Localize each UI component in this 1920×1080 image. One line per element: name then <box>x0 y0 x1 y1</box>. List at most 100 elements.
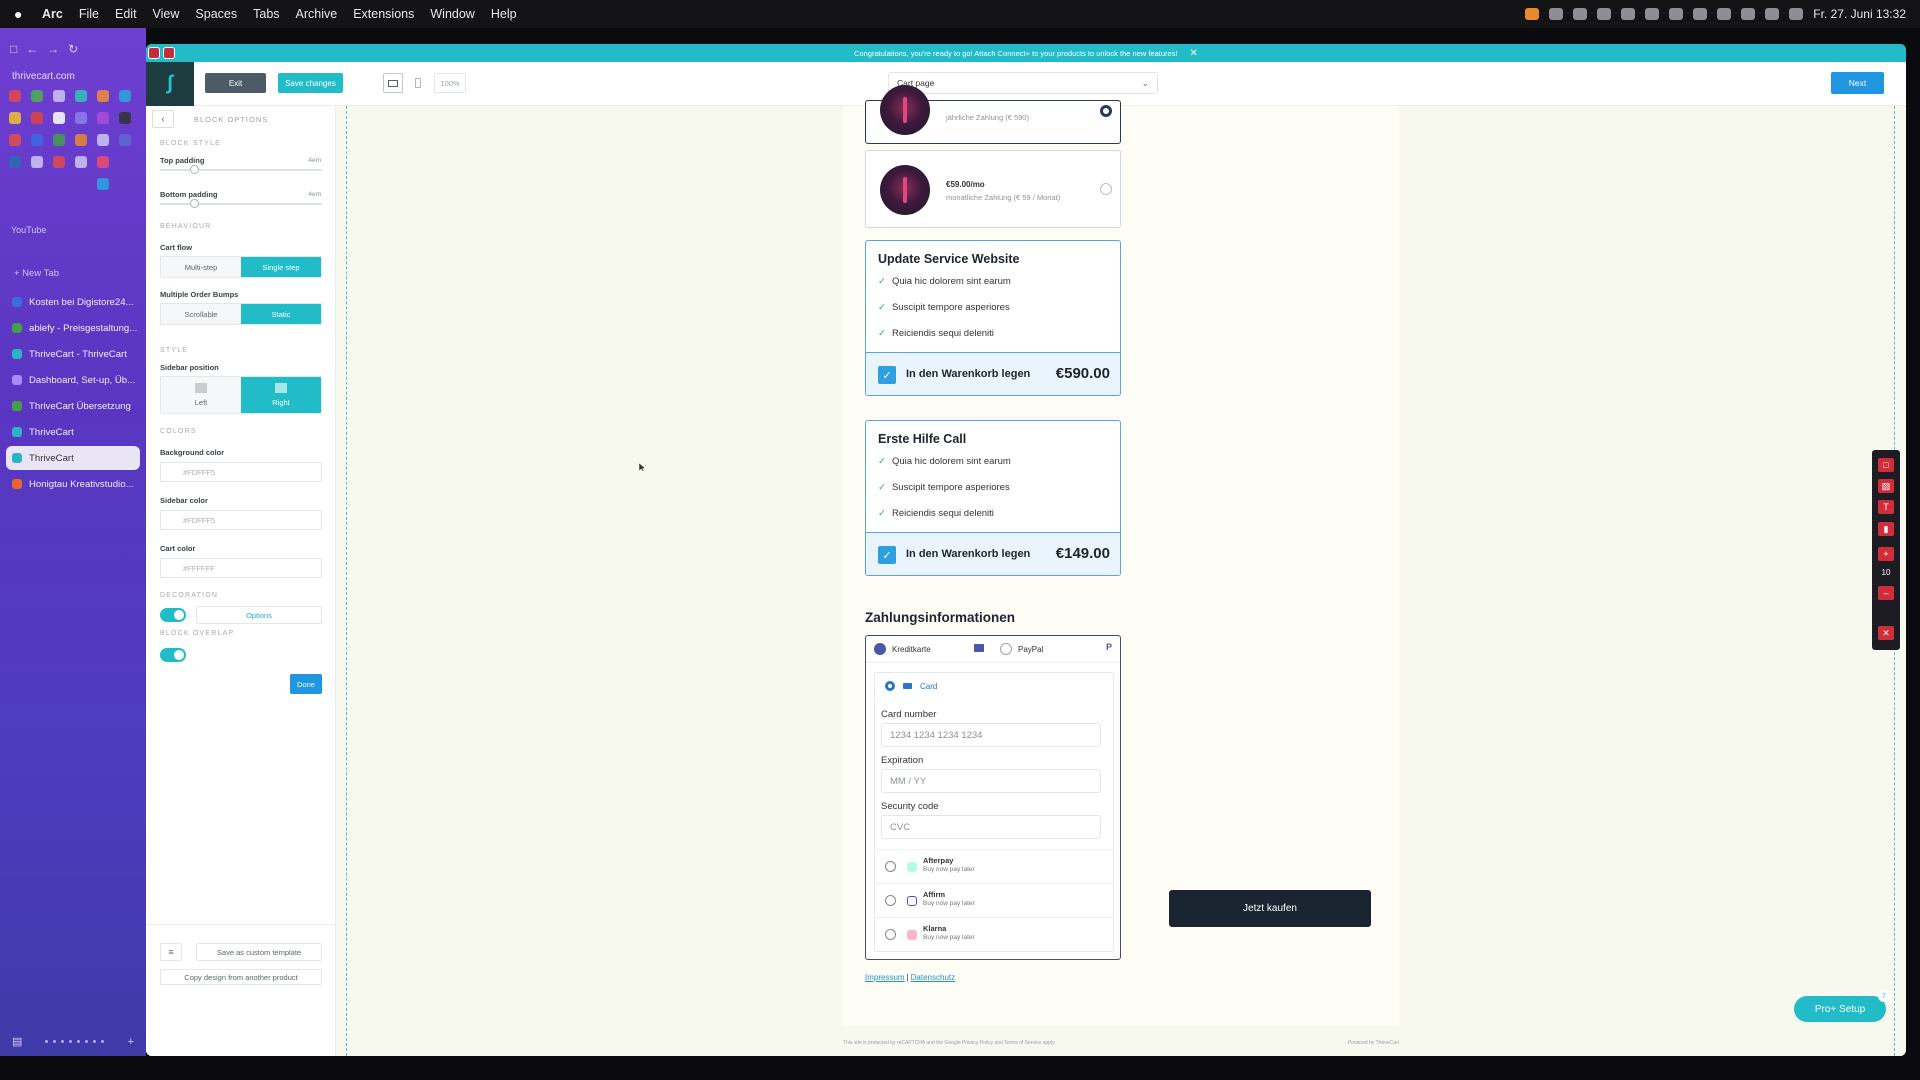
plan-radio[interactable] <box>1100 105 1112 117</box>
menu-window[interactable]: Window <box>430 7 474 21</box>
status-icon[interactable] <box>1597 8 1612 20</box>
plan-option-monthly[interactable]: €59.00/mo monatliche Zahlung (€ 59 / Mon… <box>865 150 1121 228</box>
back-icon[interactable]: ← <box>26 42 38 56</box>
close-icon[interactable]: ✕ <box>1878 626 1894 640</box>
tab-item[interactable]: Dashboard, Set-up, Üb... <box>6 368 140 392</box>
multi-step-option[interactable]: Multi-step <box>161 257 241 277</box>
pro-setup-button[interactable]: Pro+ Setup 7 <box>1794 990 1890 1022</box>
done-button[interactable]: Done <box>290 674 322 694</box>
wifi-icon[interactable] <box>1741 8 1756 20</box>
plan-option-yearly[interactable]: jährliche Zahlung (€ 590) <box>865 85 1121 144</box>
tab-item[interactable]: ThriveCart - ThriveCart <box>6 342 140 366</box>
tab-item[interactable]: ablefy - Preisgestaltung... <box>6 316 140 340</box>
favorite-icon[interactable] <box>31 134 43 146</box>
bump-add-to-cart[interactable]: ✓ In den Warenkorb legen €590.00 <box>866 352 1120 395</box>
cart-color-input[interactable]: #FFFFFF <box>160 558 322 578</box>
text-icon[interactable]: T <box>1878 500 1894 514</box>
single-step-option[interactable]: Single step <box>241 257 321 277</box>
impressum-link[interactable]: Impressum <box>865 973 905 982</box>
decoration-toggle[interactable] <box>160 608 186 622</box>
status-icon[interactable] <box>1549 8 1564 20</box>
pay-tab-paypal[interactable]: PayPal <box>1000 636 1043 662</box>
menu-extensions[interactable]: Extensions <box>353 7 414 21</box>
new-tab-button[interactable]: + New Tab <box>14 268 59 279</box>
bnpl-option-klarna[interactable]: Klarna Buy now pay later <box>875 917 1113 951</box>
tab-item-active[interactable]: ThriveCart <box>6 446 140 470</box>
menu-spaces[interactable]: Spaces <box>195 7 237 21</box>
mobile-view-button[interactable] <box>408 73 428 93</box>
minus-icon[interactable]: – <box>1878 586 1894 600</box>
background-color-input[interactable]: #FDFFF5 <box>160 462 322 482</box>
save-changes-button[interactable]: Save changes <box>278 73 343 93</box>
menu-tabs[interactable]: Tabs <box>253 7 279 21</box>
menu-icon[interactable]: ≡ <box>160 943 182 961</box>
block-overlap-toggle[interactable] <box>160 648 186 662</box>
sidebar-toggle-icon[interactable]: □ <box>10 42 17 56</box>
menu-archive[interactable]: Archive <box>296 7 338 21</box>
buy-now-button[interactable]: Jetzt kaufen <box>1169 890 1371 927</box>
sidebar-right-option[interactable]: Right <box>241 377 321 413</box>
close-icon[interactable]: ✕ <box>1190 48 1198 59</box>
favorite-icon[interactable] <box>31 112 43 124</box>
plan-radio[interactable] <box>1100 183 1112 195</box>
scrollable-option[interactable]: Scrollable <box>161 304 241 324</box>
favorite-icon[interactable] <box>119 90 131 102</box>
next-button[interactable]: Next <box>1831 72 1884 94</box>
apple-icon[interactable]: ● <box>14 6 30 22</box>
archive-icon[interactable]: ▤ <box>12 1035 22 1048</box>
zoom-level[interactable]: 100% <box>434 73 466 93</box>
menu-edit[interactable]: Edit <box>115 7 137 21</box>
favorite-icon[interactable] <box>53 90 65 102</box>
favorite-icon[interactable] <box>119 112 131 124</box>
favorite-icon[interactable] <box>9 90 21 102</box>
space-switcher[interactable] <box>45 1040 105 1043</box>
sidebar-color-input[interactable]: #FDFFF5 <box>160 510 322 530</box>
back-button[interactable]: ‹ <box>152 110 174 128</box>
status-icon[interactable] <box>1621 8 1636 20</box>
copy-design-button[interactable]: Copy design from another product <box>160 969 322 985</box>
save-custom-template-button[interactable]: Save as custom template <box>196 943 322 961</box>
reload-icon[interactable]: ↻ <box>68 42 78 56</box>
tab-item[interactable]: ThriveCart Übersetzung <box>6 394 140 418</box>
favorite-icon[interactable] <box>75 134 87 146</box>
bump-checkbox[interactable]: ✓ <box>878 366 896 384</box>
menu-help[interactable]: Help <box>491 7 517 21</box>
favorite-icon[interactable] <box>97 134 109 146</box>
favorite-icon[interactable] <box>9 112 21 124</box>
bnpl-option-affirm[interactable]: Affirm Buy now pay later <box>875 883 1113 917</box>
favorite-icon[interactable] <box>97 156 109 168</box>
exit-button[interactable]: Exit <box>205 73 266 93</box>
clock[interactable]: Fr. 27. Juni 13:32 <box>1813 7 1906 21</box>
search-icon[interactable] <box>1765 8 1780 20</box>
favorite-icon[interactable] <box>9 156 21 168</box>
status-icon[interactable] <box>1693 8 1708 20</box>
datenschutz-link[interactable]: Datenschutz <box>911 973 955 982</box>
top-padding-slider[interactable] <box>160 165 322 174</box>
youtube-label[interactable]: YouTube <box>11 225 46 235</box>
plus-icon[interactable]: + <box>1878 547 1894 561</box>
trash-icon[interactable]: ▮ <box>1878 522 1894 536</box>
bottom-padding-slider[interactable] <box>160 199 322 208</box>
bump-checkbox[interactable]: ✓ <box>878 546 896 564</box>
favorite-icon[interactable] <box>31 156 43 168</box>
recording-icon[interactable] <box>1525 8 1540 20</box>
image-icon[interactable]: ▧ <box>1878 479 1894 493</box>
pay-tab-kreditkarte[interactable]: Kreditkarte <box>874 636 931 662</box>
status-icon[interactable] <box>1573 8 1588 20</box>
favorite-icon[interactable] <box>53 112 65 124</box>
control-center-icon[interactable] <box>1789 8 1804 20</box>
status-icon[interactable] <box>1669 8 1684 20</box>
tab-item[interactable]: Kosten bei Digistore24... <box>6 290 140 314</box>
favorite-icon[interactable] <box>53 134 65 146</box>
decoration-options-button[interactable]: Options <box>196 606 322 624</box>
favorite-icon[interactable] <box>97 90 109 102</box>
add-icon[interactable]: + <box>128 1036 134 1048</box>
url-bar[interactable]: thrivecart.com <box>12 71 75 82</box>
static-option[interactable]: Static <box>241 304 321 324</box>
card-number-input[interactable]: 1234 1234 1234 1234 <box>881 723 1101 747</box>
favorite-icon[interactable] <box>75 156 87 168</box>
favorite-icon[interactable] <box>97 112 109 124</box>
menu-view[interactable]: View <box>153 7 180 21</box>
sidebar-left-option[interactable]: Left <box>161 377 241 413</box>
security-code-input[interactable]: CVC <box>881 815 1101 839</box>
